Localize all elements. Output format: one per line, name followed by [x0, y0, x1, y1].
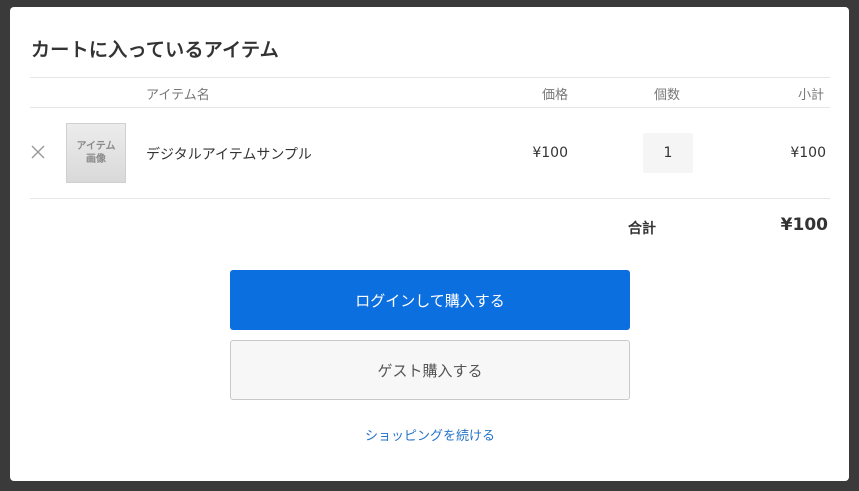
- divider: [30, 198, 830, 199]
- column-header-subtotal: 小計: [797, 88, 824, 103]
- total-value: ¥100: [780, 215, 828, 235]
- modal-title: カートに入っているアイテム: [31, 39, 280, 61]
- total-label: 合計: [628, 221, 656, 237]
- item-subtotal: ¥100: [790, 145, 826, 161]
- remove-item-button[interactable]: [29, 143, 47, 161]
- item-thumbnail: アイテム 画像: [66, 123, 126, 183]
- login-purchase-button[interactable]: ログインして購入する: [230, 270, 630, 330]
- column-header-price: 価格: [541, 88, 568, 103]
- guest-purchase-button[interactable]: ゲスト購入する: [230, 340, 630, 400]
- item-name: デジタルアイテムサンプル: [146, 147, 312, 163]
- divider: [30, 107, 830, 108]
- continue-shopping-link[interactable]: ショッピングを続ける: [230, 425, 630, 444]
- thumbnail-placeholder-text: アイテム 画像: [76, 141, 116, 165]
- column-header-quantity: 個数: [654, 88, 681, 103]
- cart-modal: カートに入っているアイテム アイテム名 価格 個数 小計 アイテム 画像 デジタ…: [10, 7, 849, 481]
- close-icon: [31, 145, 45, 159]
- quantity-input[interactable]: [643, 133, 693, 173]
- item-price: ¥100: [532, 145, 568, 161]
- column-header-item-name: アイテム名: [146, 88, 210, 103]
- divider: [30, 77, 830, 78]
